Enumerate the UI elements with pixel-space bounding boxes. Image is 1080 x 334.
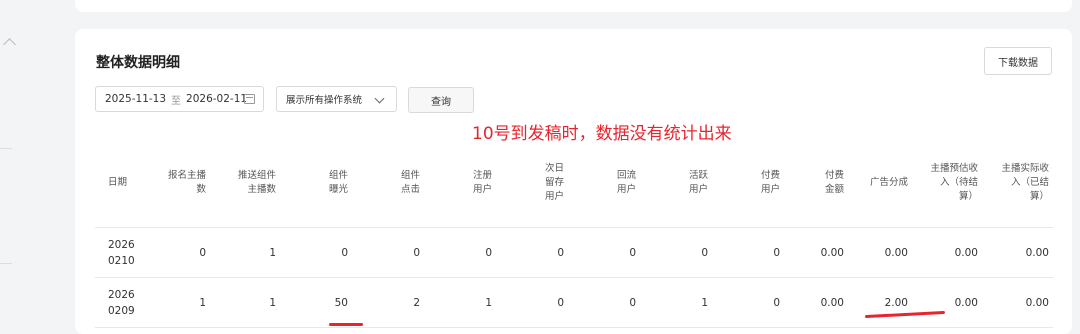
column-header: 主播实际收 入（已结 算） [982,139,1053,228]
table-cell: 0.00 [784,277,848,328]
table-cell: 2.00 [848,277,945,328]
column-header: 注册 用户 [424,139,496,228]
table-cell: 0.00 [848,227,912,278]
table-cell: 0 [424,227,496,278]
os-select-value: 展示所有操作系统 [286,95,363,106]
chevron-up-icon[interactable] [3,38,16,51]
table-row: 2026 0209 1 1 50 2 1 0 0 1 0 0.00 2.00 0… [95,277,1053,328]
sidebar-divider [0,148,12,149]
end-date[interactable]: 2026-02-11 [186,93,247,105]
table-cell: 0.00 [982,277,1053,328]
table-row: 2026 0210 0 1 0 0 0 0 0 0 0 0.00 0.00 0.0… [95,227,1053,278]
table-cell: 0.00 [912,227,982,278]
column-header: 推送组件 主播数 [210,139,280,228]
table-cell: 0 [568,277,640,328]
table-cell: 1 [144,277,210,328]
left-sidebar [0,0,75,324]
table-cell: 1 [424,277,496,328]
table-cell: 1 [640,277,712,328]
date-cell: 2026 0210 [95,227,144,278]
start-date[interactable]: 2025-11-13 [105,93,166,105]
table-cell: 0 [496,277,568,328]
table-cell: 50 [280,277,363,328]
data-table: 日期 报名主播数 推送组件 主播数 组件 曝光 组件 点击 注册 用户 次日 留存 用户 回… [95,139,1053,328]
previous-card [75,0,1072,12]
column-header: 日期 [95,139,144,228]
column-header: 活跃 用户 [640,139,712,228]
date-range-picker[interactable]: 2025-11-13 至 2026-02-11 [95,86,264,112]
table-cell: 0.00 [784,227,848,278]
table-cell: 0 [712,277,784,328]
table-cell: 0 [568,227,640,278]
query-button[interactable]: 查询 [408,87,474,113]
table-cell: 0.00 [982,227,1053,278]
table-cell: 0 [144,227,210,278]
table-header-row: 日期 报名主播数 推送组件 主播数 组件 曝光 组件 点击 注册 用户 次日 留存 用户 回… [95,139,1053,228]
chevron-down-icon [374,93,385,104]
date-cell: 2026 0209 [95,277,144,328]
table-cell: 0 [280,227,352,278]
table-cell: 1 [210,277,280,328]
table-cell: 0 [640,227,712,278]
highlighted-value: 50 [328,297,363,326]
column-header: 主播预估收 入（待结 算） [912,139,982,228]
red-underline-mark [328,322,363,326]
column-header: 次日 留存 用户 [496,139,568,228]
section-title: 整体数据明细 [96,55,180,71]
os-select[interactable]: 展示所有操作系统 [276,86,397,112]
column-header: 组件 点击 [352,139,424,228]
highlighted-value: 2.00 [864,297,945,318]
column-header: 付费 金额 [784,139,848,228]
table-cell: 0.00 [912,277,982,328]
column-header: 广告分成 [848,139,912,228]
column-header: 付费 用户 [712,139,784,228]
column-header: 回流 用户 [568,139,640,228]
date-separator: 至 [171,95,182,107]
table-cell: 2 [352,277,424,328]
column-header: 报名主播数 [144,139,210,228]
sidebar-divider [0,263,12,264]
table-cell: 0 [712,227,784,278]
table-cell: 1 [210,227,280,278]
table-cell: 0 [496,227,568,278]
download-data-button[interactable]: 下载数据 [984,47,1052,75]
table-cell: 0 [352,227,424,278]
column-header: 组件 曝光 [280,139,352,228]
data-detail-card: 整体数据明细 下载数据 2025-11-13 至 2026-02-11 展示所有… [75,29,1072,334]
calendar-icon[interactable] [244,94,255,104]
